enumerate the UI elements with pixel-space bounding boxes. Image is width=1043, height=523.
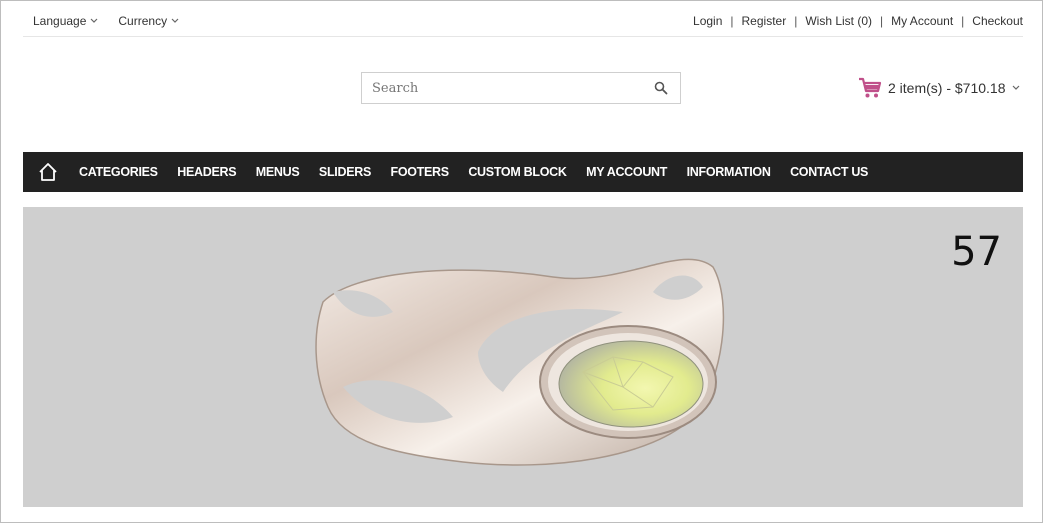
register-link[interactable]: Register — [742, 14, 787, 28]
nav-item-custom-block[interactable]: CUSTOM BLOCK — [468, 165, 567, 179]
nav-item-my-account[interactable]: MY ACCOUNT — [586, 165, 667, 179]
nav-item-contact-us[interactable]: CONTACT US — [790, 165, 868, 179]
nav-menu: CATEGORIES HEADERS MENUS SLIDERS FOOTERS… — [79, 165, 888, 179]
chevron-down-icon — [1012, 85, 1019, 90]
cart-button[interactable]: 2 item(s) - $710.18 — [858, 77, 1020, 99]
chevron-down-icon — [90, 18, 98, 23]
nav-item-footers[interactable]: FOOTERS — [391, 165, 450, 179]
search-icon[interactable] — [654, 81, 668, 95]
login-link[interactable]: Login — [693, 14, 722, 28]
cart-summary: 2 item(s) - $710.18 — [888, 80, 1006, 96]
currency-label: Currency — [118, 14, 168, 28]
top-left-dropdowns: Language Currency — [33, 14, 179, 28]
separator: | — [794, 14, 798, 28]
search-input[interactable] — [362, 74, 654, 102]
top-utility-bar: Language Currency Login | Register | Wis… — [23, 8, 1023, 37]
nav-item-menus[interactable]: MENUS — [256, 165, 300, 179]
separator: | — [961, 14, 965, 28]
hero-slider[interactable]: 57 — [23, 207, 1023, 507]
separator: | — [730, 14, 734, 28]
main-nav: CATEGORIES HEADERS MENUS SLIDERS FOOTERS… — [23, 152, 1023, 192]
separator: | — [880, 14, 884, 28]
chevron-down-icon — [171, 18, 179, 23]
home-icon[interactable] — [37, 161, 59, 183]
language-label: Language — [33, 14, 87, 28]
account-links: Login | Register | Wish List (0) | My Ac… — [693, 14, 1023, 28]
language-dropdown[interactable]: Language — [33, 14, 98, 28]
ring-image — [315, 258, 725, 466]
currency-dropdown[interactable]: Currency — [118, 14, 179, 28]
nav-item-headers[interactable]: HEADERS — [177, 165, 236, 179]
nav-item-categories[interactable]: CATEGORIES — [79, 165, 158, 179]
search-box — [361, 72, 681, 104]
wishlist-link[interactable]: Wish List (0) — [805, 14, 872, 28]
nav-item-information[interactable]: INFORMATION — [687, 165, 771, 179]
my-account-link[interactable]: My Account — [891, 14, 953, 28]
checkout-link[interactable]: Checkout — [972, 14, 1023, 28]
slide-counter: 57 — [951, 229, 1002, 275]
nav-item-sliders[interactable]: SLIDERS — [319, 165, 371, 179]
shopping-cart-icon — [859, 77, 882, 98]
